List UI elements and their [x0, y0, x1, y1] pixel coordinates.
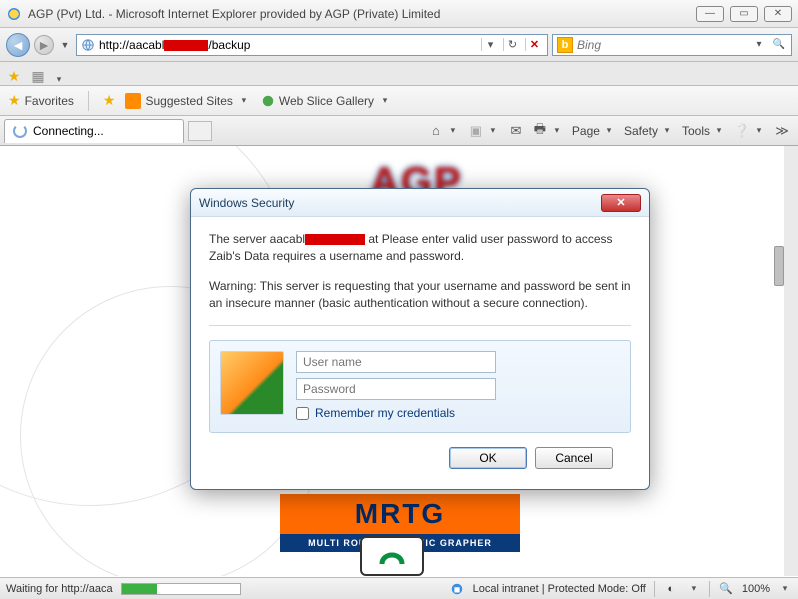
scrollbar-thumb[interactable]: [774, 246, 784, 286]
window-title: AGP (Pvt) Ltd. - Microsoft Internet Expl…: [28, 7, 440, 21]
mail-button[interactable]: ✉: [508, 123, 524, 139]
star-icon: ★: [8, 92, 21, 109]
status-text: Waiting for http://aaca: [6, 583, 113, 595]
suggested-label: Suggested Sites: [145, 94, 232, 108]
progress-bar: [121, 583, 241, 595]
protected-mode-icon[interactable]: ◐: [663, 581, 679, 597]
help-icon: ❔: [734, 123, 750, 139]
mail-icon: ✉: [508, 123, 524, 139]
cancel-button[interactable]: Cancel: [535, 447, 613, 469]
rss-icon: ▣: [468, 123, 484, 139]
remember-label: Remember my credentials: [315, 405, 455, 422]
dialog-divider: [209, 325, 631, 326]
star-add-icon: ★: [103, 92, 116, 109]
chevron-more[interactable]: ≫: [774, 123, 790, 139]
window-titlebar: AGP (Pvt) Ltd. - Microsoft Internet Expl…: [0, 0, 798, 28]
ok-button[interactable]: OK: [449, 447, 527, 469]
forward-button[interactable]: ►: [34, 35, 54, 55]
dialog-body: The server aacabl at Please enter valid …: [191, 217, 649, 489]
webslice-icon: [261, 94, 275, 108]
webslice-label: Web Slice Gallery: [279, 94, 374, 108]
credentials-panel: Remember my credentials: [209, 340, 631, 433]
zone-icon: [449, 581, 465, 597]
ie-icon: [6, 6, 22, 22]
dialog-title: Windows Security: [199, 196, 294, 210]
username-input[interactable]: [296, 351, 496, 373]
quicktabs-icon[interactable]: ▦: [28, 67, 48, 85]
chevron-right-icon: ≫: [774, 123, 790, 139]
zoom-level: 100%: [742, 583, 770, 595]
new-tab-button[interactable]: [188, 121, 212, 141]
favorites-button[interactable]: ★ Favorites: [8, 92, 74, 109]
address-dropdown[interactable]: ▾: [481, 38, 499, 51]
globe-icon: [81, 38, 95, 52]
add-favorite-icon[interactable]: ★: [103, 92, 116, 109]
password-input[interactable]: [296, 378, 496, 400]
logo-shape-icon: [378, 544, 406, 568]
zoom-icon[interactable]: 🔍: [718, 581, 734, 597]
stop-button[interactable]: ✕: [525, 38, 543, 51]
search-provider-dropdown[interactable]: ▾: [751, 39, 767, 50]
tools-label: Tools: [682, 124, 710, 138]
suggested-icon: [125, 93, 141, 109]
zoom-dropdown[interactable]: ▾: [778, 583, 792, 594]
dialog-message-1: The server aacabl at Please enter valid …: [209, 231, 631, 266]
home-button[interactable]: ⌂▾: [428, 123, 460, 139]
safety-menu[interactable]: Safety▾: [624, 124, 674, 138]
bing-icon: b: [557, 37, 573, 53]
address-bar[interactable]: http://aacabl/backup ▾ ↻ ✕: [76, 34, 548, 56]
tab-label: Connecting...: [33, 124, 104, 138]
favorites-bar: ★ Favorites ★ Suggested Sites▾ Web Slice …: [0, 86, 798, 116]
page-label: Page: [572, 124, 600, 138]
security-zone-text: Local intranet | Protected Mode: Off: [473, 583, 646, 595]
mrtg-title: MRTG: [280, 494, 520, 534]
tab-connecting[interactable]: Connecting...: [4, 119, 184, 143]
web-slice-link[interactable]: Web Slice Gallery▾: [261, 94, 392, 108]
page-menu[interactable]: Page▾: [572, 124, 616, 138]
dialog-close-button[interactable]: ✕: [601, 194, 641, 212]
remember-credentials-checkbox[interactable]: Remember my credentials: [296, 405, 620, 422]
quicktab-strip: ★ ▦ ▾: [0, 62, 798, 86]
print-button[interactable]: 🖶▾: [532, 123, 564, 139]
close-window-button[interactable]: ✕: [764, 6, 792, 22]
maximize-button[interactable]: ▭: [730, 6, 758, 22]
quicktab-dropdown[interactable]: ▾: [52, 74, 66, 85]
nav-history-dropdown[interactable]: ▼: [58, 40, 72, 50]
command-bar: Connecting... ⌂▾ ▣▾ ✉ 🖶▾ Page▾ Safety▾ T…: [0, 116, 798, 146]
user-tile-image: [220, 351, 284, 415]
feeds-button[interactable]: ▣▾: [468, 123, 500, 139]
redacted-server: [305, 234, 365, 245]
print-icon: 🖶: [532, 123, 548, 139]
back-button[interactable]: ◄: [6, 33, 30, 57]
home-icon: ⌂: [428, 123, 444, 139]
loading-spinner-icon: [13, 124, 27, 138]
separator: [88, 91, 89, 111]
separator: [654, 581, 655, 597]
safety-label: Safety: [624, 124, 658, 138]
favorites-label: Favorites: [25, 94, 74, 108]
dialog-message-2: Warning: This server is requesting that …: [209, 278, 631, 313]
status-bar: Waiting for http://aaca Local intranet |…: [0, 577, 798, 599]
search-input[interactable]: [577, 38, 747, 52]
navigation-bar: ◄ ► ▼ http://aacabl/backup ▾ ↻ ✕ b ▾ 🔍: [0, 28, 798, 62]
favorites-star-icon[interactable]: ★: [4, 67, 24, 85]
tools-menu[interactable]: Tools▾: [682, 124, 726, 138]
search-go-button[interactable]: 🔍: [771, 39, 787, 50]
minimize-button[interactable]: —: [696, 6, 724, 22]
suggested-sites-link[interactable]: Suggested Sites▾: [125, 93, 250, 109]
address-url: http://aacabl/backup: [99, 38, 477, 52]
remember-checkbox-input[interactable]: [296, 407, 309, 420]
progress-fill: [122, 584, 157, 594]
search-box[interactable]: b ▾ 🔍: [552, 34, 792, 56]
separator: [709, 581, 710, 597]
dialog-titlebar[interactable]: Windows Security ✕: [191, 189, 649, 217]
small-logo: [360, 536, 424, 576]
redacted-host: [164, 40, 208, 51]
help-button[interactable]: ❔▾: [734, 123, 766, 139]
refresh-button[interactable]: ↻: [503, 38, 521, 51]
windows-security-dialog: Windows Security ✕ The server aacabl at …: [190, 188, 650, 490]
